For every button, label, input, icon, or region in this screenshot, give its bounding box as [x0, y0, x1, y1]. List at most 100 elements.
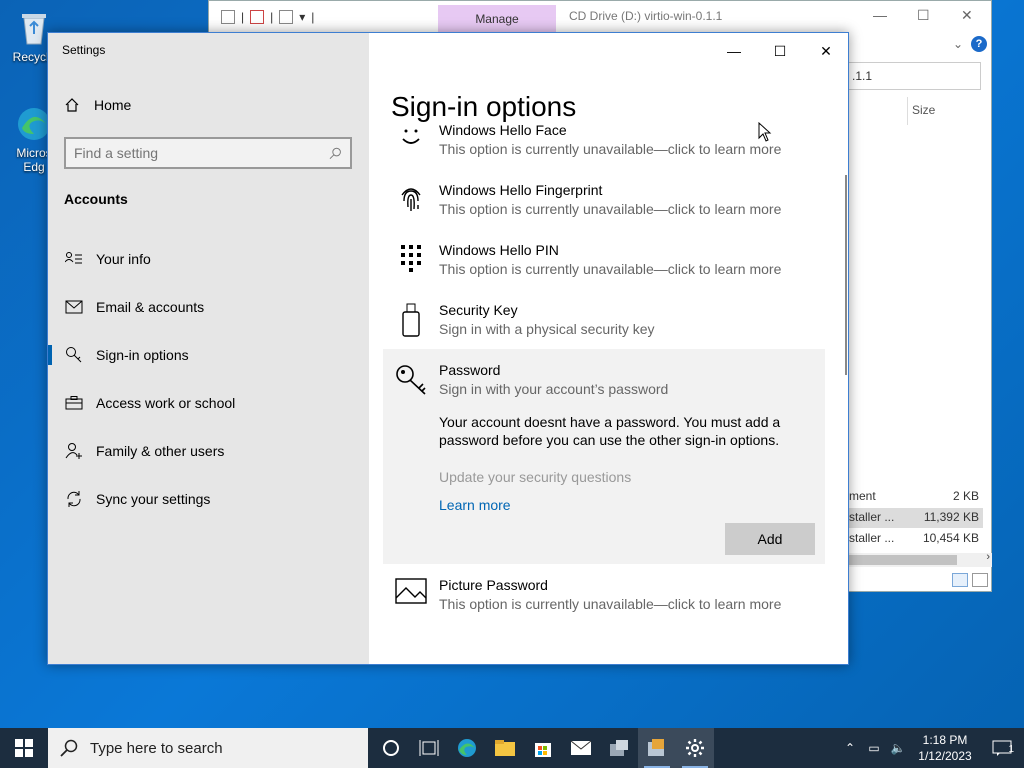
explorer-maximize-icon[interactable]: ☐ — [917, 7, 930, 24]
address-bar[interactable]: .1.1 — [847, 62, 981, 90]
maximize-icon[interactable]: ☐ — [765, 41, 795, 61]
file-name: ment — [849, 489, 876, 503]
server-manager-icon[interactable] — [600, 728, 638, 768]
details-view-icon[interactable] — [952, 573, 968, 587]
scroll-right-icon[interactable]: › — [986, 551, 990, 563]
person-list-icon — [64, 252, 84, 266]
large-icons-view-icon[interactable] — [972, 573, 988, 587]
store-icon[interactable] — [524, 728, 562, 768]
find-setting-search[interactable] — [64, 137, 352, 169]
properties-icon[interactable] — [221, 10, 235, 24]
file-explorer-taskbar-icon[interactable] — [486, 728, 524, 768]
taskbar: Type here to search ⌃ ▭ 🔈 1:18 PM 1/12/2… — [0, 728, 1024, 768]
option-security-key[interactable]: Security Key Sign in with a physical sec… — [383, 301, 825, 339]
option-windows-hello-fingerprint[interactable]: Windows Hello Fingerprint This option is… — [383, 181, 825, 219]
new-folder-icon[interactable] — [279, 10, 294, 24]
explorer-title: CD Drive (D:) virtio-win-0.1.1 — [569, 9, 723, 23]
password-key-icon — [383, 361, 439, 397]
content-scrollbar[interactable] — [845, 175, 847, 375]
mail-taskbar-icon[interactable] — [562, 728, 600, 768]
file-row[interactable]: staller ... 11,392 KB — [847, 508, 983, 528]
nav-your-info[interactable]: Your info — [48, 239, 369, 279]
option-subtitle: This option is currently unavailable—cli… — [439, 141, 782, 157]
explorer-minimize-icon[interactable]: — — [873, 7, 887, 23]
option-title: Windows Hello PIN — [439, 242, 559, 258]
add-password-button[interactable]: Add — [725, 523, 815, 555]
volume-muted-icon[interactable]: 🔈 — [886, 741, 910, 755]
cortana-icon[interactable] — [372, 728, 410, 768]
file-size: 10,454 KB — [922, 531, 979, 545]
password-panel[interactable]: Password Sign in with your account’s pas… — [383, 349, 825, 564]
start-button[interactable] — [0, 728, 48, 768]
quick-access-toolbar: | | ▾ | — [209, 10, 314, 24]
settings-window[interactable]: Settings Home Accounts Your info Email &… — [47, 32, 849, 665]
accounts-heading: Accounts — [64, 191, 128, 207]
file-row[interactable]: staller ... 10,454 KB — [847, 529, 983, 549]
explorer-running-icon[interactable] — [638, 728, 676, 768]
desktop: Recycle Micros Edg | | ▾ | Manage CD Driv… — [0, 0, 1024, 728]
action-center-icon[interactable]: 1 — [980, 740, 1024, 756]
option-title: Security Key — [439, 302, 518, 318]
option-windows-hello-pin[interactable]: Windows Hello PIN This option is current… — [383, 241, 825, 279]
system-tray: ⌃ ▭ 🔈 1:18 PM 1/12/2023 1 — [838, 728, 1024, 768]
mail-icon — [64, 300, 84, 314]
nav-access-work[interactable]: Access work or school — [48, 383, 369, 423]
close-icon[interactable]: ✕ — [811, 41, 841, 61]
file-size: 11,392 KB — [923, 510, 979, 524]
size-column-header[interactable]: Size — [907, 97, 987, 125]
option-password[interactable]: Password Sign in with your account’s pas… — [383, 361, 825, 399]
nav-label: Access work or school — [96, 395, 236, 411]
clock[interactable]: 1:18 PM 1/12/2023 — [910, 732, 980, 764]
minimize-icon[interactable]: — — [719, 41, 749, 61]
settings-taskbar-icon[interactable] — [676, 728, 714, 768]
file-size: 2 KB — [952, 489, 979, 503]
search-input[interactable] — [74, 145, 329, 161]
nav-family-users[interactable]: Family & other users — [48, 431, 369, 471]
home-icon — [65, 98, 79, 112]
mouse-cursor-icon — [758, 122, 772, 142]
help-icon[interactable]: ? — [971, 36, 987, 52]
option-subtitle: This option is currently unavailable—cli… — [439, 596, 782, 612]
network-icon[interactable]: ▭ — [862, 741, 886, 755]
option-subtitle: Sign in with a physical security key — [439, 321, 655, 337]
sync-icon — [64, 490, 84, 508]
search-icon — [329, 147, 341, 160]
scrollbar-thumb[interactable] — [847, 555, 957, 565]
option-title: Picture Password — [439, 577, 548, 593]
ribbon-expand-icon[interactable]: ⌄ — [953, 37, 963, 51]
windows-logo-icon — [15, 739, 33, 757]
edge-taskbar-icon[interactable] — [448, 728, 486, 768]
option-picture-password[interactable]: Picture Password This option is currentl… — [383, 576, 825, 614]
file-row[interactable]: ment 2 KB — [847, 487, 983, 507]
fingerprint-icon — [383, 181, 439, 213]
key-icon — [64, 346, 84, 364]
show-hidden-icons-icon[interactable]: ⌃ — [838, 741, 862, 755]
smiley-face-icon — [383, 121, 439, 149]
taskbar-search[interactable]: Type here to search — [48, 728, 368, 768]
nav-sync-settings[interactable]: Sync your settings — [48, 479, 369, 519]
file-name: staller ... — [849, 510, 895, 524]
learn-more-link[interactable]: Learn more — [439, 497, 511, 513]
explorer-titlebar: | | ▾ | Manage CD Drive (D:) virtio-win-0… — [209, 1, 991, 33]
nav-label: Sign-in options — [96, 347, 189, 363]
manage-tab[interactable]: Manage — [438, 5, 556, 33]
home-nav-item[interactable]: Home — [64, 97, 131, 113]
edge-label-2: Edg — [23, 160, 45, 174]
nav-email-accounts[interactable]: Email & accounts — [48, 287, 369, 327]
explorer-close-icon[interactable]: ✕ — [961, 7, 973, 24]
horizontal-scrollbar[interactable]: › — [847, 551, 992, 567]
nav-label: Your info — [96, 251, 151, 267]
nav-sign-in-options[interactable]: Sign-in options — [48, 335, 369, 375]
checklist-icon[interactable] — [250, 10, 265, 24]
explorer-status-bar — [847, 569, 992, 591]
option-subtitle: Sign in with your account’s password — [439, 381, 669, 397]
picture-icon — [383, 576, 439, 604]
window-title: Settings — [62, 43, 106, 57]
option-subtitle: This option is currently unavailable—cli… — [439, 261, 782, 277]
option-title: Windows Hello Fingerprint — [439, 182, 603, 198]
option-title: Password — [439, 362, 501, 378]
qat-dropdown-icon[interactable]: ▾ — [299, 10, 305, 24]
task-view-icon[interactable] — [410, 728, 448, 768]
page-title: Sign-in options — [391, 91, 585, 123]
settings-sidebar: Settings Home Accounts Your info Email &… — [48, 33, 369, 664]
